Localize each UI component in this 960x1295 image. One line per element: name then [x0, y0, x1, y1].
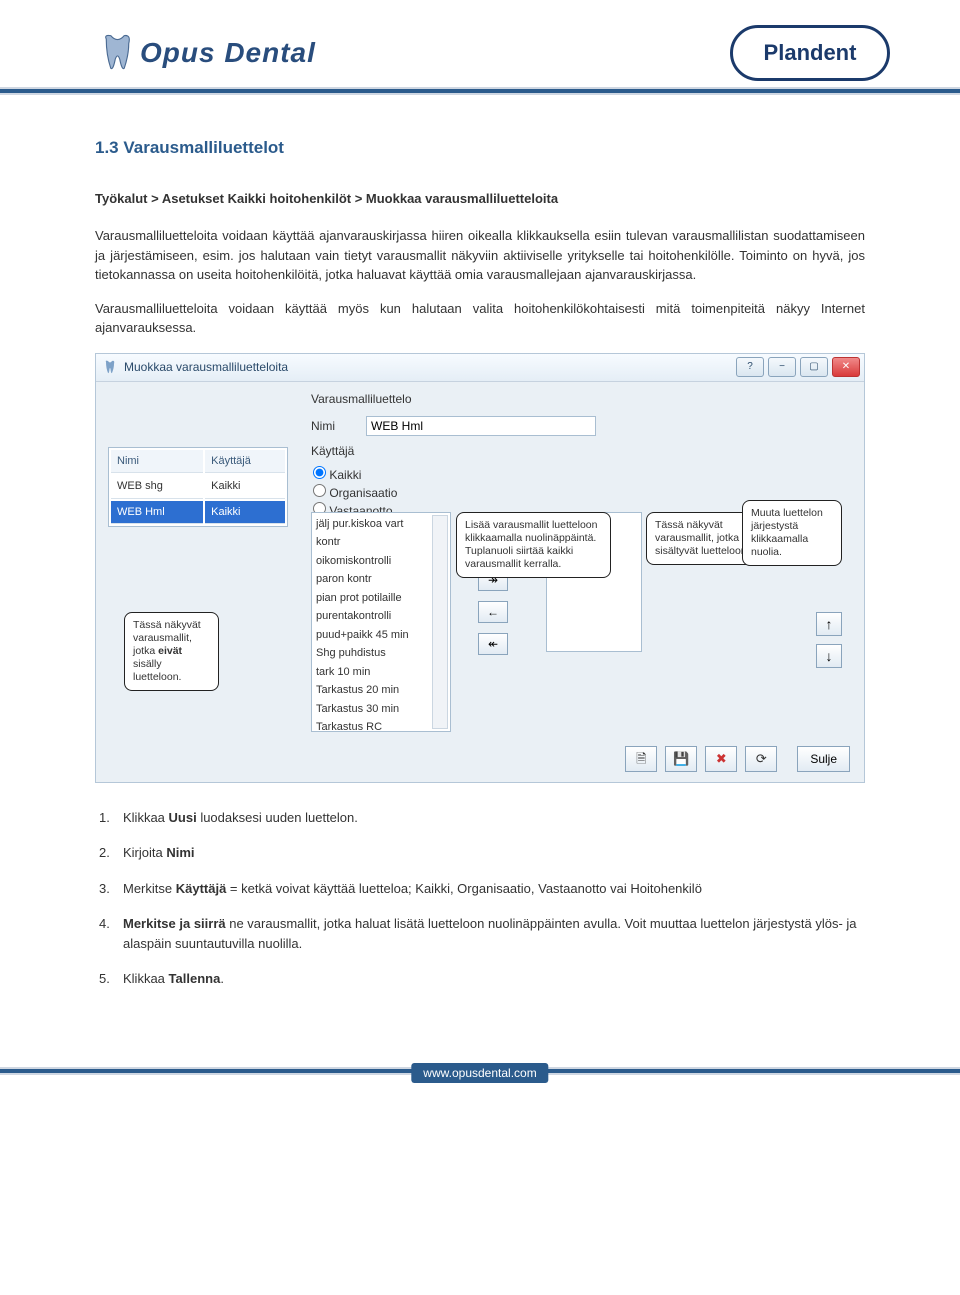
close-button[interactable]: ✕ [832, 357, 860, 377]
new-button[interactable]: 🗎 [625, 746, 657, 772]
plandent-logo: Plandent [730, 25, 890, 81]
paragraph-2: Varausmalliluetteloita voidaan käyttää m… [95, 299, 865, 338]
list-item[interactable]: tark 10 min [314, 663, 448, 682]
list-item[interactable]: paron kontr [314, 570, 448, 589]
list-item[interactable]: purentakontrolli [314, 607, 448, 626]
table-row[interactable]: WEB shgKaikki [111, 475, 285, 499]
list-item[interactable]: pian prot potilaille [314, 589, 448, 608]
maximize-button[interactable]: ▢ [800, 357, 828, 377]
available-list[interactable]: jälj pur.kiskoa vart kontr oikomiskontro… [311, 512, 451, 732]
section-label: Varausmalliluettelo [311, 390, 841, 408]
bottom-buttons: 🗎 💾 ✖ ⟳ Sulje [625, 746, 850, 772]
radio-kaikki[interactable] [313, 466, 326, 479]
dialog-screenshot: Muokkaa varausmalliluetteloita ? − ▢ ✕ N… [95, 353, 865, 783]
callout-not-in-list: Tässä näkyvät varausmallit, jotka eivät … [124, 612, 219, 692]
step-1: Klikkaa Uusi luodaksesi uuden luettelon. [123, 808, 865, 828]
user-label: Käyttäjä [311, 442, 366, 460]
move-all-left-button[interactable]: ↞ [478, 633, 508, 655]
move-down-button[interactable]: ↓ [816, 644, 842, 668]
opus-logo-text: Opus Dental [140, 37, 316, 69]
name-label: Nimi [311, 417, 366, 435]
paragraph-1: Varausmalliluetteloita voidaan käyttää a… [95, 226, 865, 285]
col-kayttaja: Käyttäjä [205, 450, 285, 474]
list-table: NimiKäyttäjä WEB shgKaikki WEB HmlKaikki [108, 447, 288, 528]
callout-add: Lisää varausmallit luetteloon klikkaamal… [456, 512, 611, 579]
menu-path: Työkalut > Asetukset Kaikki hoitohenkilö… [95, 189, 865, 209]
save-button[interactable]: 💾 [665, 746, 697, 772]
col-nimi: Nimi [111, 450, 203, 474]
callout-reorder: Muuta luettelon järjestystä klikkaamalla… [742, 500, 842, 567]
instruction-list: Klikkaa Uusi luodaksesi uuden luettelon.… [95, 808, 865, 989]
table-row[interactable]: WEB HmlKaikki [111, 501, 285, 525]
plandent-logo-text: Plandent [764, 40, 857, 66]
list-item[interactable]: Shg puhdistus [314, 644, 448, 663]
header-divider [0, 87, 960, 95]
dialog-titlebar: Muokkaa varausmalliluetteloita ? − ▢ ✕ [96, 354, 864, 382]
list-item[interactable]: Tarkastus 30 min [314, 700, 448, 719]
minimize-button[interactable]: − [768, 357, 796, 377]
tooth-icon [95, 30, 140, 75]
footer-url: www.opusdental.com [411, 1063, 548, 1083]
list-item[interactable]: puud+paikk 45 min [314, 626, 448, 645]
section-heading: 1.3 Varausmalliluettelot [95, 135, 865, 161]
list-item[interactable]: oikomiskontrolli [314, 552, 448, 571]
list-item[interactable]: jälj pur.kiskoa vart [314, 515, 448, 534]
radio-organisaatio[interactable] [313, 484, 326, 497]
reset-button[interactable]: ⟳ [745, 746, 777, 772]
move-left-button[interactable]: ← [478, 601, 508, 623]
dialog-title: Muokkaa varausmalliluetteloita [124, 358, 288, 376]
delete-button[interactable]: ✖ [705, 746, 737, 772]
page-content: 1.3 Varausmalliluettelot Työkalut > Aset… [0, 100, 960, 1025]
list-item[interactable]: Tarkastus RC [314, 718, 448, 732]
step-5: Klikkaa Tallenna. [123, 969, 865, 989]
page-footer: www.opusdental.com [0, 1055, 960, 1087]
step-2: Kirjoita Nimi [123, 843, 865, 863]
step-3: Merkitse Käyttäjä = ketkä voivat käyttää… [123, 879, 865, 899]
list-item[interactable]: Tarkastus 20 min [314, 681, 448, 700]
dialog-body: NimiKäyttäjä WEB shgKaikki WEB HmlKaikki… [96, 382, 864, 782]
list-item[interactable]: kontr [314, 533, 448, 552]
page-header: Opus Dental Plandent [0, 0, 960, 100]
close-dialog-button[interactable]: Sulje [797, 746, 850, 772]
app-icon [102, 359, 118, 375]
name-input[interactable] [366, 416, 596, 436]
scrollbar[interactable] [432, 515, 448, 729]
reorder-arrows: ↑ ↓ [816, 612, 844, 676]
help-button[interactable]: ? [736, 357, 764, 377]
move-up-button[interactable]: ↑ [816, 612, 842, 636]
step-4: Merkitse ja siirrä ne varausmallit, jotk… [123, 914, 865, 953]
opus-logo: Opus Dental [95, 30, 316, 75]
